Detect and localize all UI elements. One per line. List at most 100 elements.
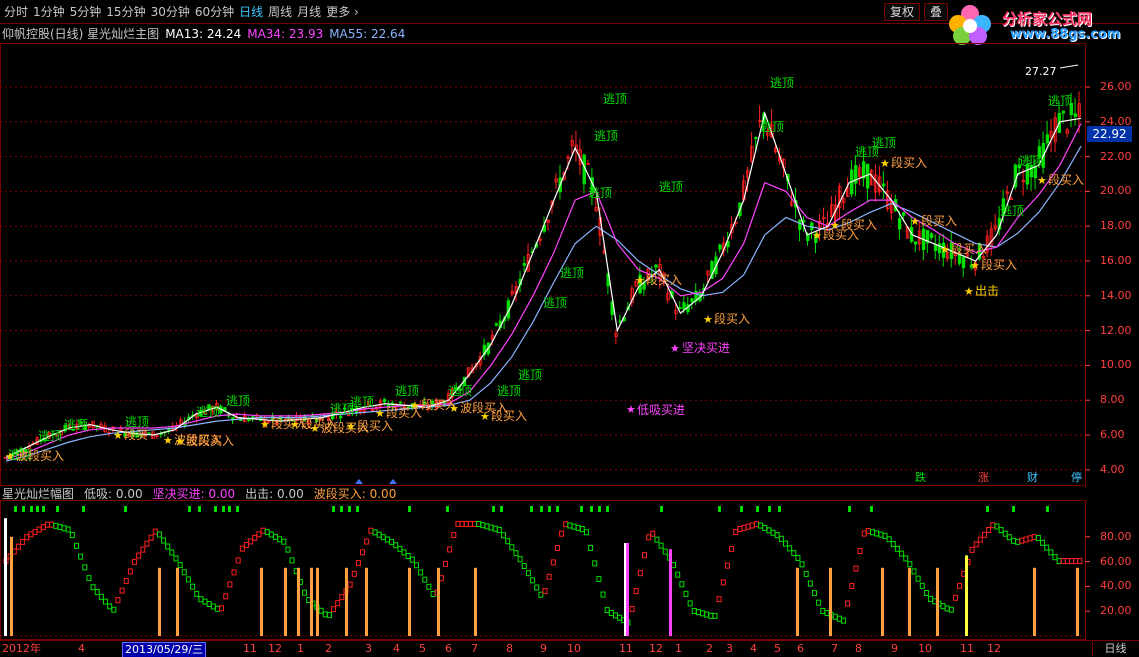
tab-1min[interactable]: 1分钟 xyxy=(33,4,70,20)
oscillator-chart[interactable] xyxy=(0,500,1139,640)
price-tick-label: 18.00 xyxy=(1100,219,1132,233)
candle-down xyxy=(382,399,387,403)
tab-daily[interactable]: 日线 xyxy=(239,4,268,20)
tab-intraday[interactable]: 分时 xyxy=(4,4,33,20)
tab-30min[interactable]: 30分钟 xyxy=(151,4,195,20)
sub-chart-header: 星光灿烂幅图 低吸: 0.00 坚决买进: 0.00 出击: 0.00 波段买入… xyxy=(2,487,396,501)
signal-bar xyxy=(260,567,263,636)
signal-star-icon: ★ xyxy=(375,407,385,420)
low-buy-signal-label: 低吸买进 xyxy=(637,403,685,417)
osc-box-down xyxy=(281,538,287,545)
signal-star-icon: ★ xyxy=(830,219,840,232)
signal-bar xyxy=(316,567,319,636)
osc-box-down xyxy=(600,591,606,598)
top-signal-tick xyxy=(124,506,127,512)
osc-box-down xyxy=(915,575,921,582)
osc-box-up xyxy=(1077,558,1083,565)
osc-box-down xyxy=(604,607,610,614)
osc-box-down xyxy=(94,589,100,596)
signal-star-icon: ★ xyxy=(880,157,890,170)
osc-box-down xyxy=(596,575,602,582)
tab-weekly[interactable]: 周线 xyxy=(268,4,297,20)
osc-box-down xyxy=(530,577,536,584)
candle-down xyxy=(718,244,722,250)
osc-box-up xyxy=(152,528,158,535)
osc-box-down xyxy=(501,532,507,539)
top-signal-tick xyxy=(768,506,771,512)
osc-box-up xyxy=(119,587,125,594)
top-signal-tick xyxy=(1012,506,1015,512)
top-signal-tick xyxy=(214,506,217,512)
osc-box-up xyxy=(637,570,643,577)
date-cursor-label: 2013/05/29/三 xyxy=(122,642,207,657)
signal-bar xyxy=(626,543,629,636)
signal-bar xyxy=(1076,567,1079,636)
signal-bar xyxy=(796,567,799,636)
osc-box-down xyxy=(998,527,1004,534)
osc-box-down xyxy=(575,524,581,531)
signal-bar xyxy=(284,567,287,636)
osc-box-up xyxy=(32,528,38,535)
osc-box-down xyxy=(679,581,685,588)
osc-box-down xyxy=(534,584,540,591)
osc-box-down xyxy=(770,529,776,536)
date-tick-label: 4 xyxy=(78,642,85,655)
tab-5min[interactable]: 5分钟 xyxy=(70,4,107,20)
osc-box-down xyxy=(86,575,92,582)
osc-box-up xyxy=(140,546,146,553)
top-signal-label: 逃顶 xyxy=(588,186,612,200)
osc-box-down xyxy=(923,589,929,596)
tab-monthly[interactable]: 月线 xyxy=(297,4,326,20)
signal-star-icon: ★ xyxy=(5,450,15,463)
osc-box-down xyxy=(919,582,925,589)
osc-box-down xyxy=(662,548,668,555)
chevron-right-icon: › xyxy=(354,5,359,19)
top-signal-label: 逃顶 xyxy=(560,266,584,280)
candle-down xyxy=(806,234,810,241)
tab-60min[interactable]: 60分钟 xyxy=(195,4,239,20)
osc-box-up xyxy=(347,581,353,588)
osc-box-up xyxy=(981,531,987,538)
osc-box-up xyxy=(1027,535,1033,542)
date-tick-label: 11 xyxy=(960,642,974,655)
osc-box-up xyxy=(720,579,726,586)
finance-badge[interactable]: 财 xyxy=(1024,471,1041,484)
signal-star-icon: ★ xyxy=(113,429,123,442)
band-buy-signal-label: 波段买入 xyxy=(186,433,234,448)
osc-box-down xyxy=(874,530,880,537)
osc-box-up xyxy=(861,530,867,537)
price-chart[interactable]: 逃顶 逃顶逃顶逃顶逃顶逃顶逃顶 逃顶 逃顶逃顶逃顶逃顶逃顶逃顶逃顶逃顶逃顶逃顶逃顶逃顶… xyxy=(0,43,1139,487)
signal-bar xyxy=(474,567,477,636)
rise-badge[interactable]: 涨 xyxy=(975,471,992,484)
osc-box-down xyxy=(812,590,817,597)
osc-box-up xyxy=(127,568,133,575)
osc-box-down xyxy=(214,605,220,612)
reset-rights-button[interactable]: 复权 xyxy=(884,3,921,21)
osc-box-down xyxy=(654,536,660,543)
top-signal-tick xyxy=(778,506,781,512)
osc-box-up xyxy=(132,558,138,565)
candle-down xyxy=(901,212,906,216)
osc-box-down xyxy=(948,606,954,613)
osc-box-down xyxy=(198,596,204,603)
osc-box-up xyxy=(986,527,992,534)
fall-badge[interactable]: 跌 xyxy=(912,471,929,484)
osc-box-down xyxy=(820,608,826,615)
tab-15min[interactable]: 15分钟 xyxy=(106,4,150,20)
signal-bar xyxy=(908,567,911,636)
osc-box-up xyxy=(542,588,548,595)
osc-box-down xyxy=(712,612,718,619)
osc-box-up xyxy=(248,538,254,545)
signal-bar xyxy=(297,567,300,636)
osc-box-down xyxy=(795,554,801,561)
osc-box-down xyxy=(161,537,167,544)
candle-down xyxy=(929,233,934,238)
suspend-badge[interactable]: 停 xyxy=(1068,471,1085,484)
tab-more[interactable]: 更多 › xyxy=(326,4,364,20)
date-tick-label: 3 xyxy=(365,642,372,655)
top-signal-tick xyxy=(718,506,721,512)
osc-box-down xyxy=(264,529,270,536)
top-signal-tick xyxy=(580,506,583,512)
osc-box-up xyxy=(447,546,453,553)
ma13-label: MA13: 24.24 xyxy=(165,27,242,41)
